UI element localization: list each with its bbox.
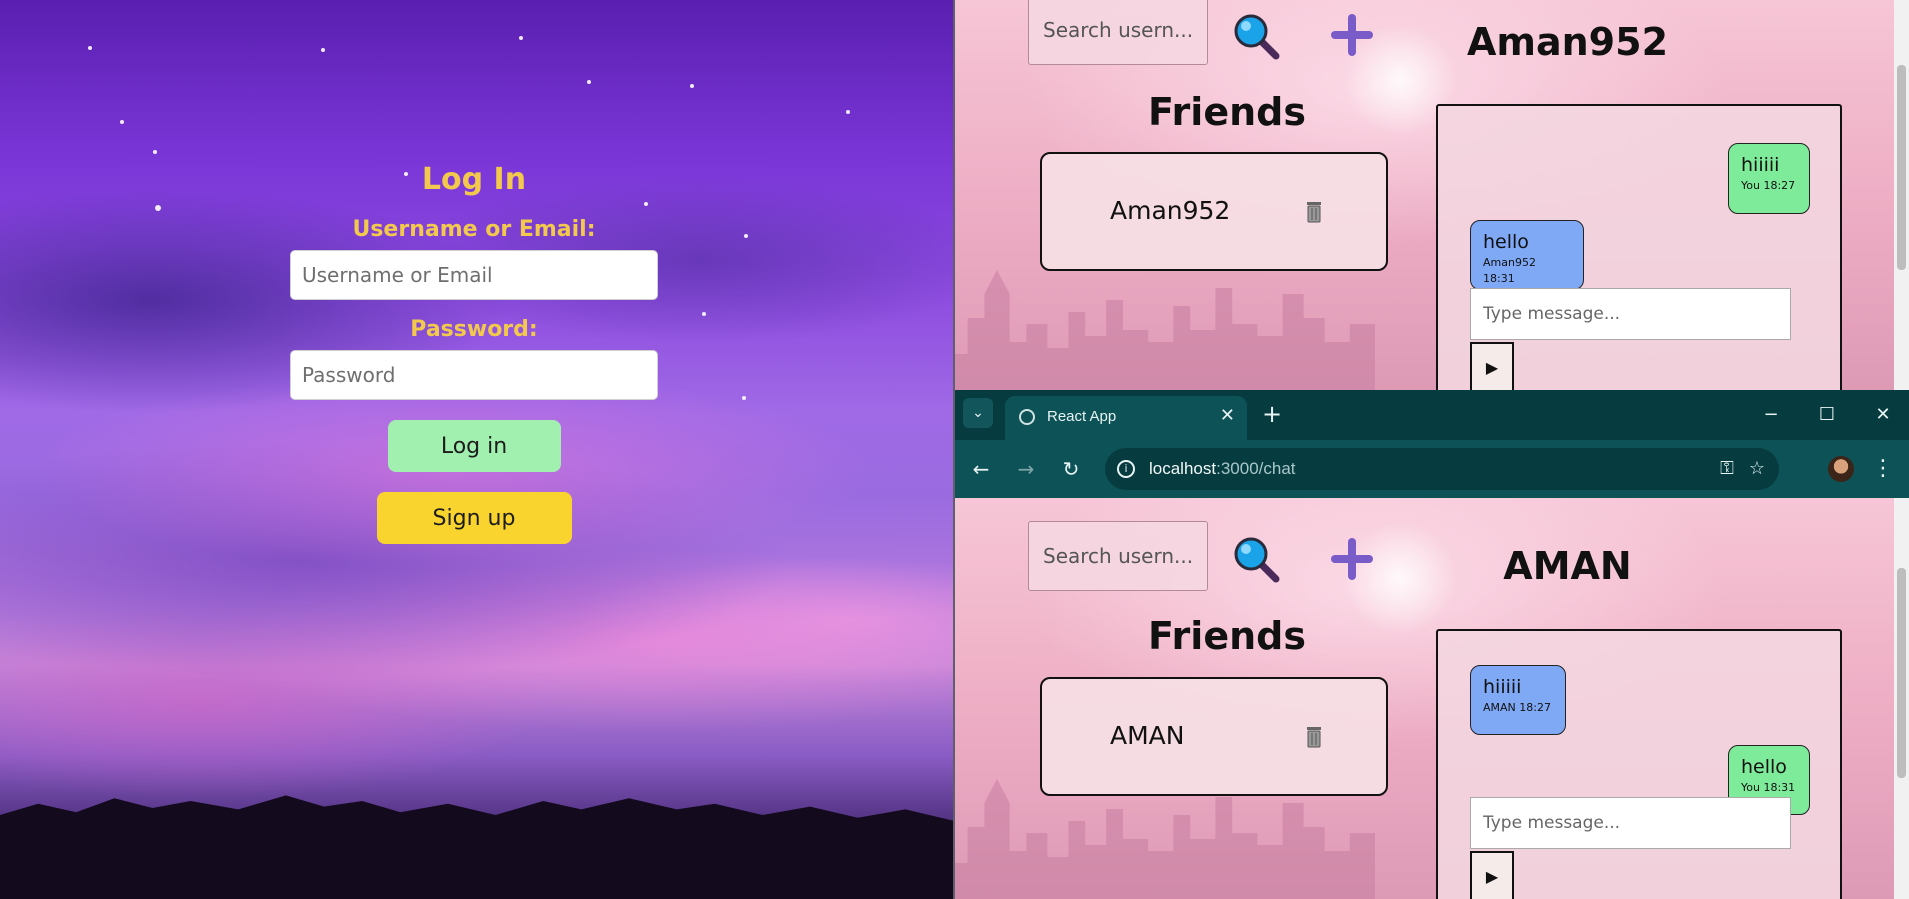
tab-search-chevron-icon[interactable]: ⌄ <box>963 398 993 428</box>
message-meta: AMAN 18:27 <box>1483 701 1551 714</box>
star-decoration <box>120 120 124 124</box>
maximize-icon[interactable]: ☐ <box>1807 400 1847 430</box>
star-decoration <box>702 312 706 316</box>
login-button[interactable]: Log in <box>387 420 561 472</box>
globe-icon <box>1019 409 1035 425</box>
chat-window-bottom: AMAN Friends AMAN hiiiii AMAN 18:27 hell… <box>955 498 1909 899</box>
star-decoration <box>846 110 850 114</box>
trash-icon[interactable] <box>1304 200 1324 224</box>
message-meta: You 18:31 <box>1741 781 1796 794</box>
scrollbar-thumb[interactable] <box>1897 568 1906 778</box>
send-button[interactable]: ▶ <box>1470 342 1514 390</box>
send-button[interactable]: ▶ <box>1470 851 1514 899</box>
message-input[interactable] <box>1470 797 1791 849</box>
scrollbar[interactable] <box>1894 498 1909 899</box>
friend-name: AMAN <box>1110 721 1185 750</box>
username-input[interactable] <box>290 250 658 300</box>
star-decoration <box>742 396 746 400</box>
forward-arrow-icon[interactable]: → <box>1009 452 1043 486</box>
star-decoration <box>690 84 694 88</box>
window-close-icon[interactable]: ✕ <box>1863 400 1903 430</box>
add-friend-plus-icon[interactable] <box>1327 10 1377 60</box>
city-skyline-decoration <box>955 270 1375 390</box>
minimize-icon[interactable]: − <box>1751 400 1791 430</box>
friends-heading: Friends <box>1148 614 1306 658</box>
message-meta: Aman952 18:31 <box>1483 256 1536 285</box>
star-decoration <box>744 234 748 238</box>
trash-icon[interactable] <box>1304 725 1324 749</box>
friend-card[interactable]: Aman952 <box>1040 152 1388 271</box>
url-text: localhost:3000/chat <box>1149 459 1296 479</box>
scrollbar[interactable] <box>1894 0 1909 390</box>
star-decoration <box>155 205 161 211</box>
login-page: Log In Username or Email: Password: Log … <box>0 0 953 899</box>
star-decoration <box>519 36 523 40</box>
password-input[interactable] <box>290 350 658 400</box>
magnifier-search-icon[interactable] <box>1232 535 1282 585</box>
message-text: hiiiii <box>1741 154 1780 176</box>
new-tab-plus-icon[interactable]: + <box>1257 400 1287 430</box>
profile-avatar[interactable] <box>1828 456 1854 482</box>
chat-panel: hiiiii You 18:27 hello Aman952 18:31 ▶ <box>1436 104 1842 390</box>
tab-title: React App <box>1047 408 1117 425</box>
browser-tab[interactable]: React App ✕ <box>1005 396 1247 440</box>
browser-menu-icon[interactable]: ⋮ <box>1871 454 1895 484</box>
star-decoration <box>321 48 325 52</box>
chat-title: Aman952 <box>1466 20 1669 64</box>
treeline-silhouette <box>0 795 953 899</box>
magnifier-search-icon[interactable] <box>1232 12 1282 62</box>
star-decoration <box>153 150 157 154</box>
address-bar[interactable]: i localhost:3000/chat ⚿ ☆ <box>1105 448 1779 490</box>
message-input[interactable] <box>1470 288 1791 340</box>
tab-strip: ⌄ React App ✕ + − ☐ ✕ <box>955 390 1909 440</box>
star-decoration <box>88 46 92 50</box>
reload-icon[interactable]: ↻ <box>1054 452 1088 486</box>
signup-button[interactable]: Sign up <box>376 492 572 544</box>
url-host: localhost <box>1149 459 1217 478</box>
login-form: Log In Username or Email: Password: Log … <box>290 160 658 544</box>
url-path: :3000/chat <box>1216 459 1296 478</box>
password-label: Password: <box>410 317 538 342</box>
city-skyline-decoration <box>955 779 1375 899</box>
scrollbar-thumb[interactable] <box>1897 65 1906 270</box>
message-bubble: hiiiii You 18:27 <box>1728 143 1810 214</box>
browser-toolbar: ← → ↻ i localhost:3000/chat ⚿ ☆ ⋮ <box>955 440 1909 498</box>
site-info-icon[interactable]: i <box>1117 460 1135 478</box>
password-key-icon[interactable]: ⚿ <box>1715 458 1739 480</box>
search-username-input[interactable] <box>1028 0 1208 65</box>
chat-panel: hiiiii AMAN 18:27 hello You 18:31 ▶ <box>1436 629 1842 899</box>
add-friend-plus-icon[interactable] <box>1327 534 1377 584</box>
star-decoration <box>587 80 591 84</box>
message-bubble: hiiiii AMAN 18:27 <box>1470 665 1566 735</box>
friend-card[interactable]: AMAN <box>1040 677 1388 796</box>
bookmark-star-icon[interactable]: ☆ <box>1745 458 1769 480</box>
friends-heading: Friends <box>1148 90 1306 134</box>
login-title: Log In <box>421 162 527 197</box>
username-label: Username or Email: <box>352 217 596 242</box>
friend-name: Aman952 <box>1110 196 1231 225</box>
back-arrow-icon[interactable]: ← <box>964 452 998 486</box>
message-meta: You 18:27 <box>1741 179 1796 192</box>
message-text: hello <box>1483 231 1529 253</box>
search-username-input[interactable] <box>1028 521 1208 591</box>
browser-window-frame: ⌄ React App ✕ + − ☐ ✕ ← → ↻ i localhost:… <box>955 390 1909 498</box>
tab-close-icon[interactable]: ✕ <box>1220 406 1235 426</box>
message-text: hello <box>1741 756 1787 778</box>
chat-window-top: Aman952 Friends Aman952 hiiiii You 18:27… <box>955 0 1909 390</box>
message-text: hiiiii <box>1483 676 1522 698</box>
message-bubble: hello Aman952 18:31 <box>1470 220 1584 290</box>
chat-title: AMAN <box>1503 544 1632 588</box>
